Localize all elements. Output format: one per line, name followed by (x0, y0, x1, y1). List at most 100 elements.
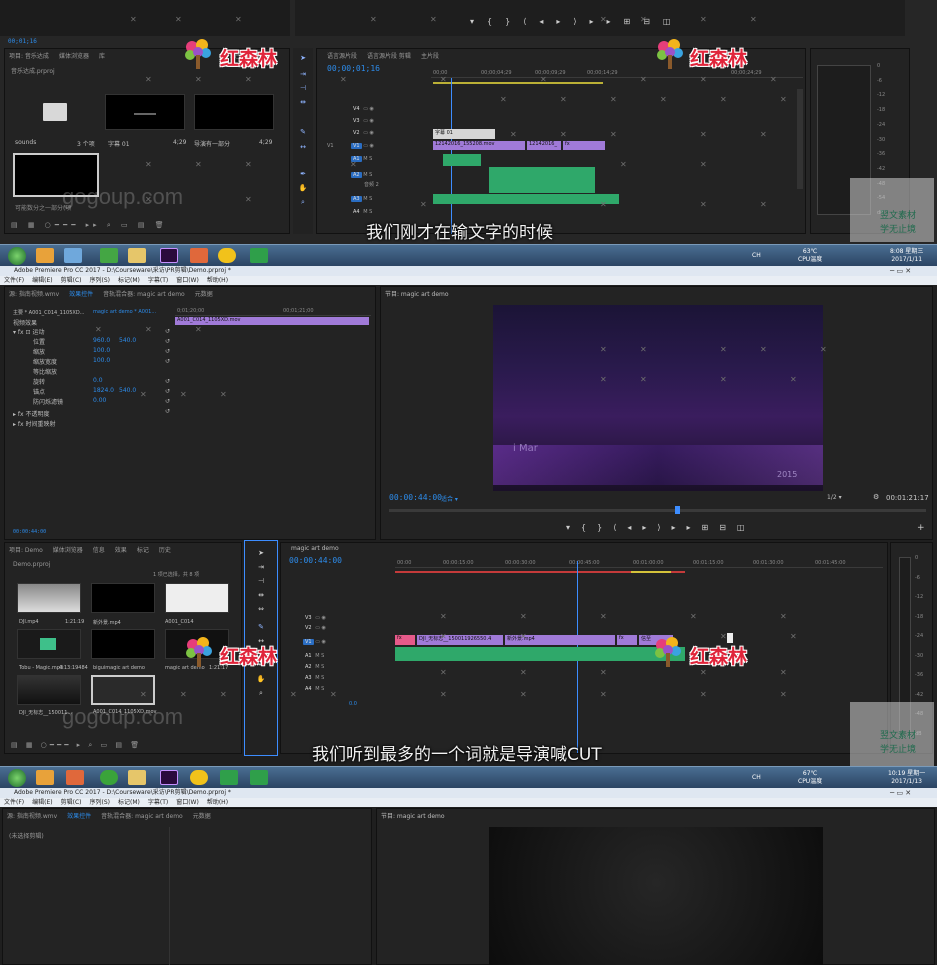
tab-audio-mixer[interactable]: 音轨混合器: magic art demo (101, 813, 183, 820)
hand-icon[interactable]: ✋ (256, 675, 266, 683)
fx-param-value[interactable]: 1824.0 (93, 387, 114, 394)
sequence-timecode[interactable]: 00;00;01;16 (327, 64, 380, 73)
menu-marker[interactable]: 标记(M) (118, 799, 140, 806)
menu-file[interactable]: 文件(F) (4, 799, 24, 806)
premiere-icon[interactable] (160, 770, 178, 785)
app-icon[interactable] (250, 248, 268, 263)
app-icon[interactable] (100, 248, 118, 263)
fx-param-row[interactable]: 防闪烁滤镜 0.00 (23, 397, 173, 406)
bin-thumb-dji2[interactable] (17, 675, 81, 705)
resolution-dropdown[interactable]: 1/2 ▾ (827, 494, 842, 501)
bin-thumb-a001[interactable] (165, 583, 229, 613)
program-timecode[interactable]: 00:00:44:00 (389, 493, 442, 502)
folder-icon[interactable] (43, 103, 67, 121)
clip-video-2[interactable]: 12142016_ (527, 141, 561, 150)
fx-group-opacity[interactable]: ▸ fx 不透明度 (13, 409, 50, 418)
player-icon[interactable] (218, 248, 236, 263)
tab-effect-controls[interactable]: 效果控件 (67, 813, 91, 820)
clip-audio-1[interactable] (443, 154, 481, 166)
add-button[interactable]: + (917, 523, 925, 533)
clip-fx-2[interactable]: fx (617, 635, 637, 645)
mini-ruler[interactable]: 0;01;20;00 00;01;21;00 (175, 307, 371, 316)
fx-param-value[interactable]: 0.0 (93, 377, 103, 384)
sequence-timecode-2[interactable]: 00:00:44:00 (289, 556, 342, 565)
tab-media-browser[interactable]: 媒体浏览器 (59, 53, 89, 60)
wrench-icon[interactable]: ⚙ (873, 493, 879, 501)
track-a2[interactable]: A2 M S (303, 664, 324, 670)
tray-lang[interactable]: CH (752, 774, 761, 781)
selection-tool-icon[interactable]: ➤ (256, 549, 266, 557)
track-a3[interactable]: A3 M S (351, 196, 372, 202)
project-footer-icons[interactable]: ▤ ▦ ○━━━ ▸▸ ⌕ ▭ ▤ 🗑 (11, 221, 168, 230)
clip-fx[interactable]: fx (563, 141, 605, 150)
thumbnail-director[interactable] (194, 94, 274, 130)
pen-icon[interactable]: ✒ (298, 170, 308, 178)
track-v3[interactable]: V3 ▭ ◉ (351, 118, 374, 124)
menu-title[interactable]: 字幕(T) (148, 799, 168, 806)
timeline-ruler[interactable]: 00;00 00;00;04;29 00;00;09;29 00;00;14;2… (431, 69, 803, 78)
tab-effect-controls[interactable]: 效果控件 (69, 291, 93, 298)
slip-icon[interactable]: ↔ (298, 143, 308, 151)
menu-window[interactable]: 窗口(W) (176, 277, 199, 284)
fx-param-row[interactable]: 位置 960.0 540.0 (23, 337, 173, 346)
transport-controls[interactable]: ▾{}⟨◂▸⟩▸▸⊞⊟◫ (470, 17, 683, 26)
thumbnail-title-01[interactable] (105, 94, 185, 130)
tray-lang[interactable]: CH (752, 252, 761, 259)
clip-audio-3[interactable] (433, 194, 619, 204)
timeline-ruler-2[interactable]: 00:00 00:00:15:00 00:00:30:00 00:00:45:0… (395, 559, 883, 568)
razor-icon[interactable]: ✎ (256, 623, 266, 631)
track-a4[interactable]: A4 M S (303, 686, 324, 692)
menu-file[interactable]: 文件(F) (4, 277, 24, 284)
app-icon[interactable] (36, 770, 54, 785)
app-icon[interactable] (66, 770, 84, 785)
clip-audio-2[interactable] (489, 167, 595, 193)
clip-dji[interactable]: DJI_无标志__150011926550.4 (417, 635, 503, 645)
fx-param-value[interactable]: 0.00 (93, 397, 106, 404)
clip-title-01[interactable]: 字幕 01 (433, 129, 495, 139)
clip-fx-pink[interactable]: fx (395, 635, 415, 645)
tab-metadata[interactable]: 元数据 (195, 291, 213, 298)
app-icon[interactable] (220, 770, 238, 785)
fx-param-row[interactable]: 锚点 1824.0 540.0 (23, 387, 173, 396)
premiere-icon[interactable] (160, 248, 178, 263)
track-v2[interactable]: V2 ▭ ◉ (351, 130, 374, 136)
tab-history[interactable]: 历史 (159, 547, 171, 554)
track-v3[interactable]: V3 ▭ ◉ (303, 615, 326, 621)
menu-edit[interactable]: 编辑(E) (32, 799, 52, 806)
rate-stretch-icon[interactable]: ⇔ (256, 605, 266, 613)
fx-param-value[interactable]: 960.0 (93, 337, 110, 344)
zoom-icon[interactable]: ⌕ (256, 689, 266, 697)
razor-icon[interactable]: ✎ (298, 128, 308, 136)
folder-icon[interactable] (128, 248, 146, 263)
start-button[interactable] (8, 769, 26, 787)
program-scrubber[interactable] (389, 506, 926, 514)
tab-project[interactable]: 项目: 音乐达成 (9, 53, 49, 60)
ripple-edit-icon[interactable]: ⊣ (256, 577, 266, 585)
menu-edit[interactable]: 编辑(E) (32, 277, 52, 284)
track-v1[interactable]: V1 ▭ ◉ (303, 639, 326, 645)
selection-tool-icon[interactable]: ➤ (298, 54, 308, 62)
project-footer-icons[interactable]: ▤ ▦ ○━━━ ▸ ⌕ ▭ ▤ 🗑 (11, 741, 142, 750)
track-a4[interactable]: A4 M S (351, 209, 372, 215)
tab-source[interactable]: 源: 指南视频.wmv (7, 813, 57, 820)
tab-library[interactable]: 库 (99, 53, 105, 60)
ripple-edit-icon[interactable]: ⊣ (298, 84, 308, 92)
menu-title[interactable]: 字幕(T) (148, 277, 168, 284)
scrubber-head[interactable] (675, 506, 680, 514)
clip-video-1[interactable]: 12142016_155208.mov (433, 141, 525, 150)
track-a1[interactable]: A1 M S (303, 653, 324, 659)
fx-param-value[interactable]: 540.0 (119, 337, 136, 344)
scrollbar-right[interactable] (797, 89, 803, 189)
tab-markers[interactable]: 标记 (137, 547, 149, 554)
app-icon[interactable] (36, 248, 54, 263)
window-controls[interactable]: ─ ▭ ✕ (890, 267, 911, 275)
window-controls[interactable]: ─ ▭ ✕ (890, 789, 911, 797)
player-icon[interactable] (190, 770, 208, 785)
track-select-icon[interactable]: ⇥ (256, 563, 266, 571)
fx-param-row[interactable]: 等比缩放 (23, 367, 173, 376)
fx-group-time-remap[interactable]: ▸ fx 时间重映射 (13, 419, 56, 428)
menu-clip[interactable]: 剪辑(C) (61, 799, 82, 806)
program-transport[interactable]: ▾{}⟨◂▸⟩▸▸⊞⊟◫ (566, 523, 755, 532)
fx-param-row[interactable]: 旋转 0.0 (23, 377, 173, 386)
track-a3[interactable]: A3 M S (303, 675, 324, 681)
